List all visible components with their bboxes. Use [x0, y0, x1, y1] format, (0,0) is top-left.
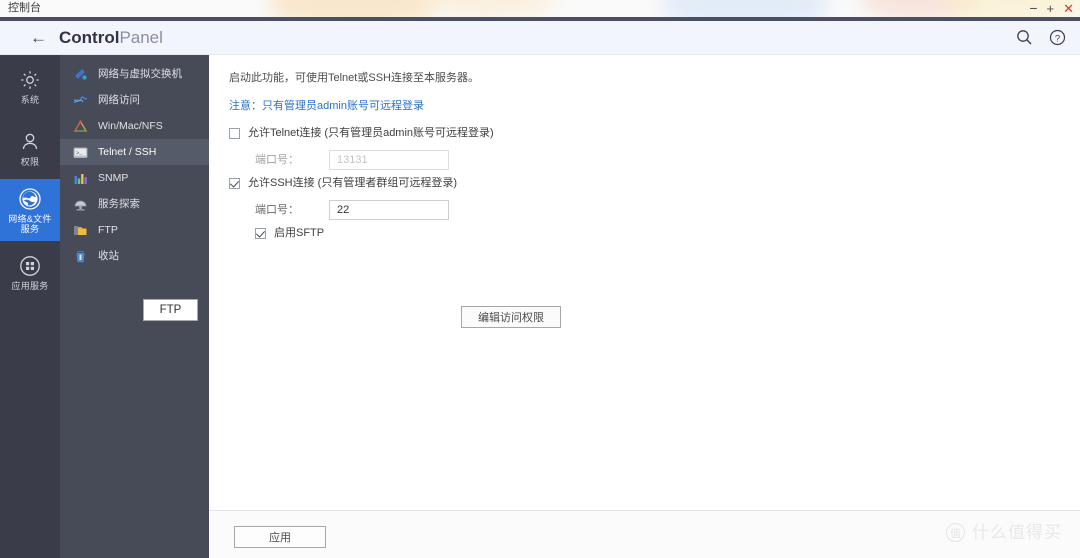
sidebar-item-ftp[interactable]: FTP: [60, 217, 209, 243]
recycle-bin-icon: [73, 249, 88, 264]
app-header: ← ControlPanel ?: [0, 21, 1080, 55]
window-title: 控制台: [8, 2, 41, 14]
maximize-icon[interactable]: +: [1047, 2, 1055, 15]
triangle-icon: [73, 119, 88, 134]
bar-chart-icon: [73, 171, 88, 186]
minimize-icon[interactable]: −: [1029, 1, 1037, 15]
secondary-sidebar: 网络与虚拟交换机 网络访问 Win/Mac/NFS >_ Telnet / SS…: [60, 55, 209, 558]
close-icon[interactable]: ✕: [1063, 2, 1074, 15]
intro-text: 启动此功能，可使用Telnet或SSH连接至本服务器。: [229, 72, 479, 84]
main-content: 启动此功能，可使用Telnet或SSH连接至本服务器。 注意：只有管理员admi…: [209, 55, 1080, 510]
rail-item-system[interactable]: 系统: [0, 55, 60, 117]
sidebar-item-label: 网络与虚拟交换机: [98, 68, 182, 80]
rail-item-privileges[interactable]: 权限: [0, 117, 60, 179]
watermark-mark: 值: [946, 523, 965, 542]
ssh-checkbox-label: 允许SSH连接 (只有管理者群组可远程登录): [248, 177, 457, 189]
sidebar-item-label: 服务探索: [98, 198, 140, 210]
network-access-icon: [73, 93, 88, 108]
footer-bar: 应用 值 什么值得买: [209, 510, 1080, 558]
help-icon[interactable]: ?: [1049, 29, 1066, 46]
svg-text:>_: >_: [76, 149, 83, 156]
sidebar-item-recycle-bin[interactable]: 收站: [60, 243, 209, 269]
sidebar-item-label: SNMP: [98, 172, 129, 184]
sidebar-item-service-discovery[interactable]: 服务探索: [60, 191, 209, 217]
svg-text:?: ?: [1055, 33, 1060, 44]
search-icon[interactable]: [1016, 29, 1033, 46]
watermark: 值 什么值得买: [946, 523, 1062, 542]
telnet-port-row: 端口号：: [255, 150, 449, 170]
globe-icon: [18, 187, 42, 211]
sidebar-item-label: Telnet / SSH: [98, 146, 157, 158]
sidebar-item-label: FTP: [98, 224, 118, 236]
note-text: 注意：只有管理员admin账号可远程登录: [229, 100, 424, 112]
ssh-checkbox-row[interactable]: 允许SSH连接 (只有管理者群组可远程登录): [229, 176, 457, 190]
network-switch-icon: [73, 67, 88, 82]
telnet-port-input[interactable]: [329, 150, 449, 170]
sidebar-item-telnet-ssh[interactable]: >_ Telnet / SSH: [60, 139, 209, 165]
window-controls: − + ✕: [1029, 1, 1074, 15]
ssh-port-input[interactable]: [329, 200, 449, 220]
grid-icon: [18, 254, 42, 278]
rail-item-label: 系统: [20, 94, 40, 105]
wallpaper-blob: [268, 0, 438, 17]
folder-icon: [73, 223, 88, 238]
ssh-port-row: 端口号：: [255, 200, 449, 220]
edit-access-permission-button[interactable]: 编辑访问权限: [461, 306, 561, 328]
header-actions: ?: [1016, 29, 1066, 46]
telnet-checkbox[interactable]: [229, 127, 240, 139]
ssh-checkbox[interactable]: [229, 177, 240, 189]
back-icon[interactable]: ←: [30, 29, 47, 46]
rail-item-label: 应用服务: [11, 280, 49, 291]
ssh-port-label: 端口号：: [255, 204, 299, 216]
dome-icon: [73, 197, 88, 212]
sidebar-item-label: 收站: [98, 250, 119, 262]
gear-icon: [18, 68, 42, 92]
sidebar-item-label: 网络访问: [98, 94, 140, 106]
page-title: ControlPanel: [59, 28, 163, 47]
telnet-checkbox-row[interactable]: 允许Telnet连接 (只有管理员admin账号可远程登录): [229, 126, 494, 140]
wallpaper-blob: [660, 0, 830, 17]
terminal-icon: >_: [73, 145, 88, 160]
user-icon: [18, 130, 42, 154]
telnet-checkbox-label: 允许Telnet连接 (只有管理员admin账号可远程登录): [248, 127, 494, 139]
apply-button[interactable]: 应用: [234, 526, 326, 548]
control-panel-window: 控制台 − + ✕ ← ControlPanel ? 系统 权限 网络&文件 服…: [0, 0, 1080, 558]
wallpaper-blob: [425, 0, 555, 17]
window-titlebar: 控制台 − + ✕: [0, 0, 1080, 17]
sftp-checkbox-label: 启用SFTP: [274, 227, 325, 239]
sftp-checkbox-row[interactable]: 启用SFTP: [255, 226, 324, 240]
page-title-light: Panel: [119, 28, 163, 47]
primary-nav-rail: 系统 权限 网络&文件 服务 应用服务: [0, 55, 60, 558]
sidebar-item-label: Win/Mac/NFS: [98, 120, 163, 132]
sidebar-item-win-mac-nfs[interactable]: Win/Mac/NFS: [60, 113, 209, 139]
ftp-tooltip: FTP: [143, 299, 198, 321]
sftp-checkbox[interactable]: [255, 227, 266, 239]
sidebar-item-network-switch[interactable]: 网络与虚拟交换机: [60, 61, 209, 87]
page-title-bold: Control: [59, 28, 120, 47]
rail-item-label: 权限: [20, 156, 40, 167]
sidebar-item-snmp[interactable]: SNMP: [60, 165, 209, 191]
watermark-text: 什么值得买: [972, 523, 1062, 542]
rail-item-label: 网络&文件 服务: [8, 213, 52, 234]
rail-item-network-file-services[interactable]: 网络&文件 服务: [0, 179, 60, 241]
telnet-port-label: 端口号：: [255, 154, 299, 166]
sidebar-item-network-access[interactable]: 网络访问: [60, 87, 209, 113]
rail-item-app-services[interactable]: 应用服务: [0, 241, 60, 303]
